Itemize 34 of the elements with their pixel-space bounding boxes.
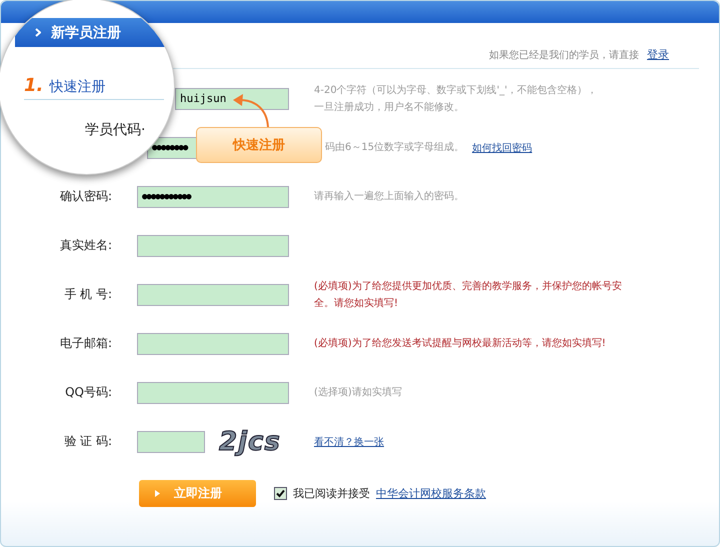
field-label: 验 证 码: bbox=[64, 433, 112, 450]
field-label: 电子邮箱: bbox=[60, 335, 112, 352]
field-hint: (必填项)为了给您提供更加优质、完善的教学服务，并保护您的帐号安 全。请您如实填写! bbox=[314, 280, 622, 310]
field-hint: (选择项)请如实填写 bbox=[314, 386, 402, 400]
password-field[interactable]: ●●●●●●●●●●● bbox=[137, 186, 289, 208]
agreement-text: 我已阅读并接受 bbox=[293, 486, 370, 501]
quick-register-tooltip: 快速注册 bbox=[196, 127, 322, 163]
field-hint: 4-20个字符（可以为字母、数字或下划线'_'，不能包含空格）， 一旦注册成功，用户名不能修改。 bbox=[314, 84, 598, 114]
terms-link[interactable]: 中华会计网校服务条款 bbox=[376, 486, 486, 501]
input-field[interactable] bbox=[137, 382, 289, 404]
login-prompt: 如果您已经是我们的学员，请直接 bbox=[489, 48, 639, 62]
field-hint: 请再输入一遍您上面输入的密码。 bbox=[314, 190, 464, 204]
input-field[interactable] bbox=[137, 234, 289, 256]
play-icon bbox=[155, 490, 160, 497]
field-hint: (必填项)为了给您发送考试提醒与网校最新活动等，请您如实填写! bbox=[314, 336, 606, 351]
field-label: 手 机 号: bbox=[64, 286, 112, 303]
section-title: 新学员注册 bbox=[51, 24, 121, 42]
field-label: 真实姓名: bbox=[60, 237, 112, 254]
field-label: 确认密码: bbox=[60, 188, 112, 205]
captcha-image: 2jcs bbox=[219, 426, 281, 456]
step-title: 快速注册 bbox=[49, 78, 106, 96]
input-field[interactable] bbox=[137, 332, 289, 354]
field-label: 学员代码· bbox=[85, 121, 146, 139]
help-link[interactable]: 看不清？换一张 bbox=[314, 434, 384, 448]
chevron-icon bbox=[35, 28, 41, 37]
input-field[interactable]: huijsun bbox=[175, 88, 289, 110]
help-link[interactable]: 如何找回密码 bbox=[472, 140, 532, 154]
field-label: QQ号码: bbox=[65, 384, 112, 401]
agree-checkbox[interactable] bbox=[274, 487, 287, 500]
input-field[interactable] bbox=[137, 284, 289, 306]
captcha-field[interactable] bbox=[137, 430, 205, 452]
login-link[interactable]: 登录 bbox=[647, 47, 669, 62]
step-number: 1. bbox=[24, 75, 44, 96]
field-hint: 码由6～15位数字或字母组成。 bbox=[325, 140, 464, 155]
